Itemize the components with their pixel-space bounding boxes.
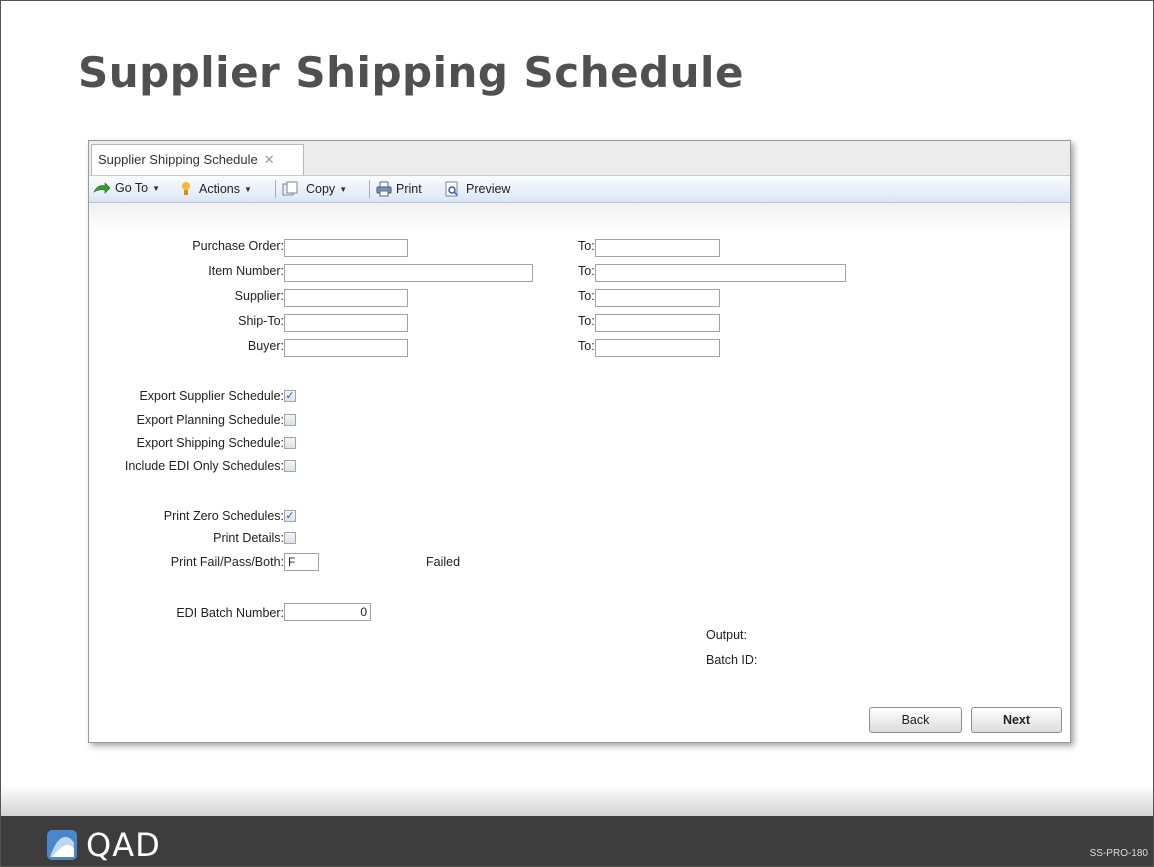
- ship-to-to-label: To:: [578, 314, 595, 328]
- goto-label: Go To: [115, 181, 149, 195]
- supplier-to-label: To:: [578, 289, 595, 303]
- back-button[interactable]: Back: [869, 707, 962, 733]
- purchase-order-label: Purchase Order:: [192, 239, 284, 253]
- preview-button[interactable]: Preview: [444, 181, 510, 197]
- item-number-label: Item Number:: [208, 264, 284, 278]
- printer-icon: [376, 181, 392, 197]
- item-number-to-label: To:: [578, 264, 595, 278]
- export-shipping-schedule-label: Export Shipping Schedule:: [136, 436, 284, 450]
- toolbar-divider: [369, 180, 370, 198]
- export-supplier-schedule-label: Export Supplier Schedule:: [139, 389, 284, 403]
- qad-logo-text: QAD: [86, 826, 161, 864]
- report-form: Purchase Order: To: Item Number: To: Sup…: [89, 233, 1070, 742]
- goto-menu[interactable]: Go To ▼: [93, 181, 160, 195]
- preview-label: Preview: [466, 182, 511, 196]
- chevron-down-icon: ▼: [244, 184, 252, 194]
- ship-to-to-input[interactable]: [595, 314, 720, 332]
- ship-to-label: Ship-To:: [238, 314, 284, 328]
- edi-batch-number-input[interactable]: [284, 603, 371, 621]
- tab-supplier-shipping-schedule[interactable]: Supplier Shipping Schedule ✕: [91, 144, 304, 175]
- include-edi-only-checkbox[interactable]: [284, 460, 296, 472]
- tab-bar: Supplier Shipping Schedule ✕: [89, 141, 1070, 176]
- close-icon[interactable]: ✕: [264, 152, 275, 167]
- toolbar-divider: [275, 180, 276, 198]
- footer-fade: [1, 784, 1153, 816]
- copy-icon: [282, 181, 298, 196]
- preview-icon: [445, 181, 458, 197]
- actions-lightbulb-icon: [182, 182, 190, 195]
- print-zero-schedules-label: Print Zero Schedules:: [163, 509, 284, 523]
- app-window: Supplier Shipping Schedule ✕ Go To ▼ Acti…: [88, 140, 1071, 743]
- buyer-to-input[interactable]: [595, 339, 720, 357]
- export-planning-schedule-label: Export Planning Schedule:: [136, 413, 284, 427]
- actions-label: Actions: [199, 182, 240, 196]
- footer-bar: [1, 816, 1153, 866]
- export-supplier-schedule-checkbox[interactable]: ✓: [284, 390, 296, 402]
- qad-logo: QAD: [46, 826, 161, 864]
- print-details-label: Print Details:: [213, 531, 284, 545]
- item-number-from-input[interactable]: [284, 264, 533, 282]
- slide-title: Supplier Shipping Schedule: [78, 48, 744, 97]
- export-planning-schedule-checkbox[interactable]: [284, 414, 296, 426]
- buyer-from-input[interactable]: [284, 339, 408, 357]
- purchase-order-from-input[interactable]: [284, 239, 408, 257]
- toolbar: Go To ▼ Actions ▼ Copy ▼ Print Preview: [89, 176, 1070, 203]
- actions-menu[interactable]: Actions ▼: [181, 181, 252, 197]
- copy-menu[interactable]: Copy ▼: [282, 181, 347, 197]
- output-label: Output:: [706, 628, 747, 642]
- include-edi-only-label: Include EDI Only Schedules:: [124, 459, 284, 473]
- buyer-to-label: To:: [578, 339, 595, 353]
- purchase-order-to-label: To:: [578, 239, 595, 253]
- slide-code: SS-PRO-180: [1089, 848, 1148, 859]
- batch-id-label: Batch ID:: [706, 653, 758, 667]
- print-zero-schedules-checkbox[interactable]: ✓: [284, 510, 296, 522]
- supplier-to-input[interactable]: [595, 289, 720, 307]
- ship-to-from-input[interactable]: [284, 314, 408, 332]
- item-number-to-input[interactable]: [595, 264, 846, 282]
- print-fail-pass-both-label: Print Fail/Pass/Both:: [170, 555, 284, 569]
- supplier-from-input[interactable]: [284, 289, 408, 307]
- edi-batch-number-label: EDI Batch Number:: [176, 606, 284, 620]
- supplier-label: Supplier:: [234, 289, 284, 303]
- chevron-down-icon: ▼: [339, 184, 348, 194]
- purchase-order-to-input[interactable]: [595, 239, 720, 257]
- chevron-down-icon: ▼: [152, 183, 161, 193]
- print-button[interactable]: Print: [376, 181, 422, 197]
- copy-label: Copy: [306, 182, 336, 196]
- print-fail-pass-both-input[interactable]: [284, 553, 319, 571]
- buyer-label: Buyer:: [247, 339, 284, 353]
- print-details-checkbox[interactable]: [284, 532, 296, 544]
- next-button[interactable]: Next: [971, 707, 1062, 733]
- subbar: [89, 203, 1070, 233]
- goto-arrow-icon: [93, 182, 111, 194]
- tab-label: Supplier Shipping Schedule: [98, 152, 258, 167]
- export-shipping-schedule-checkbox[interactable]: [284, 437, 296, 449]
- print-label: Print: [396, 182, 422, 196]
- qad-logo-icon: [47, 830, 77, 860]
- print-fail-description: Failed: [426, 555, 461, 569]
